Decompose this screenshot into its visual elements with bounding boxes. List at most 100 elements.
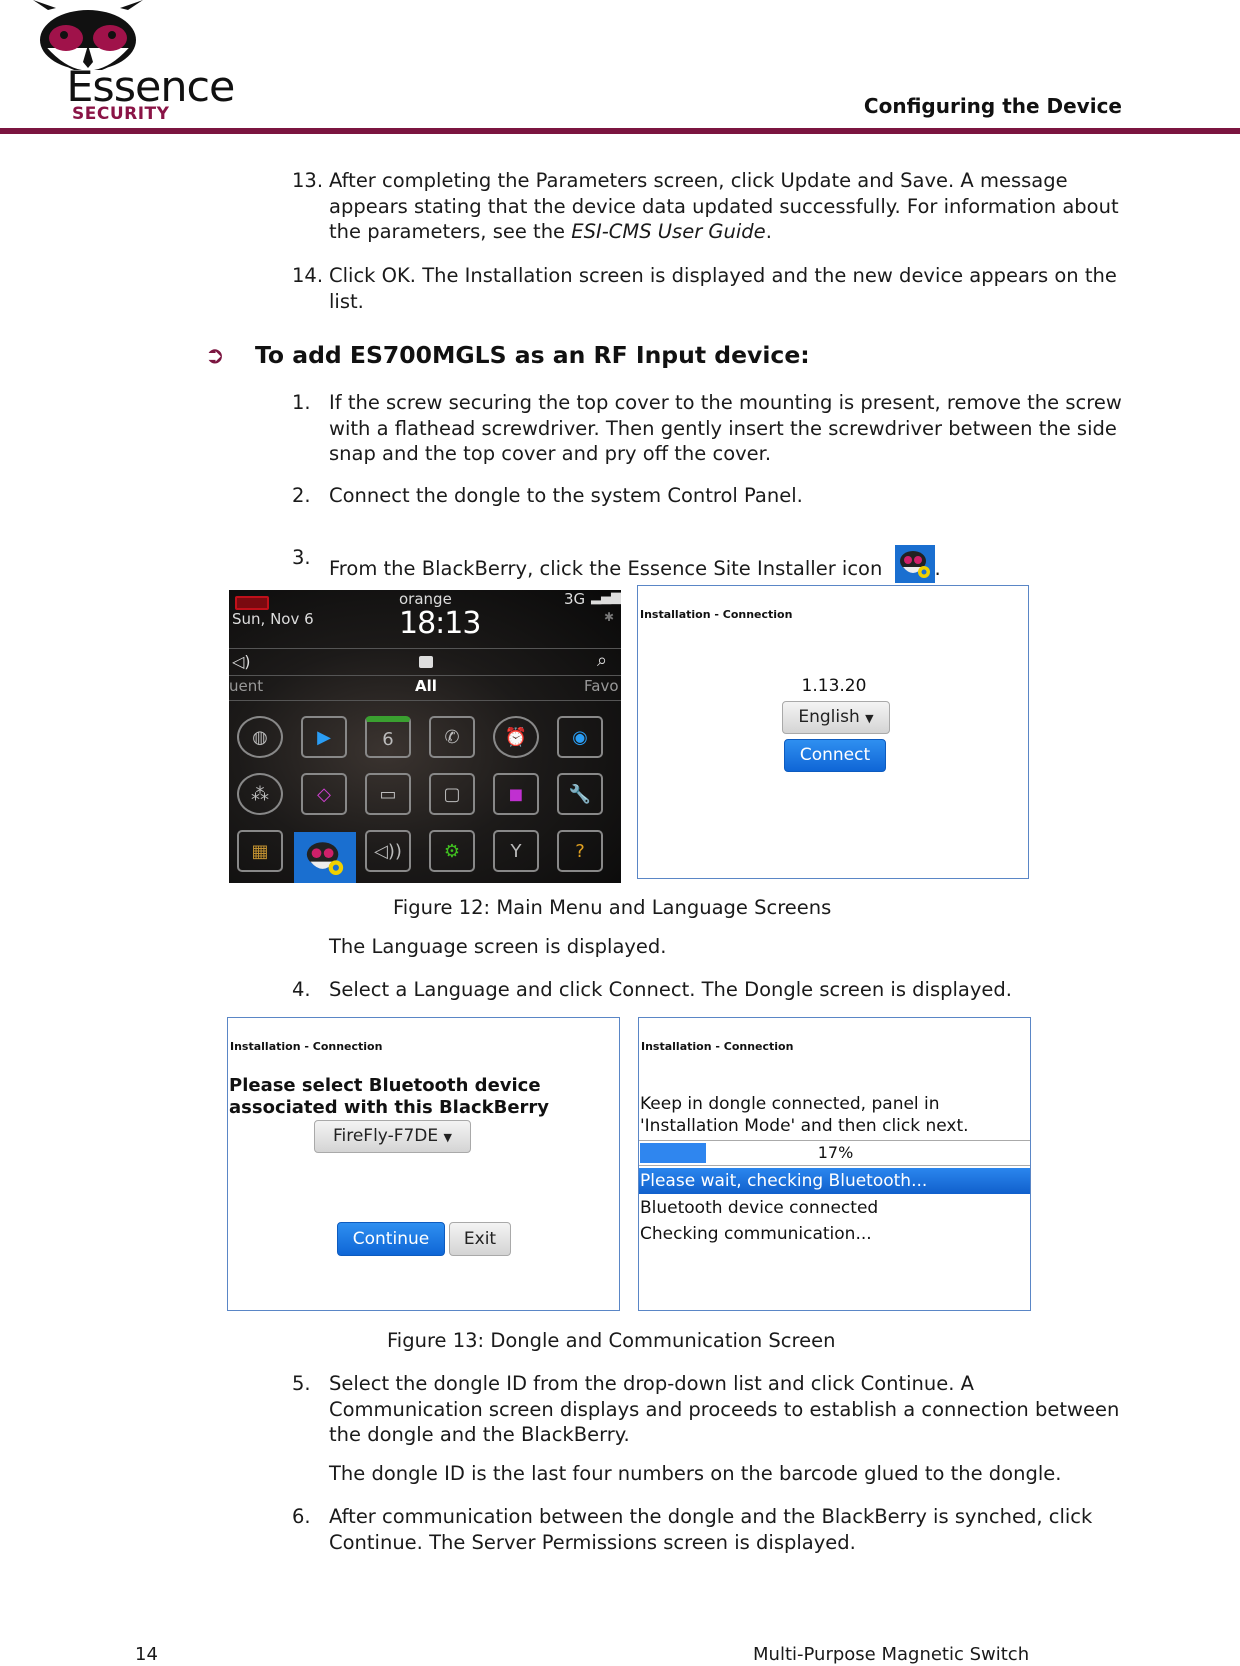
- notification-icon[interactable]: [419, 656, 433, 668]
- language-value: English: [798, 707, 860, 727]
- messages-icon[interactable]: ▭: [365, 773, 411, 815]
- step-number: 13.: [292, 169, 324, 192]
- step-number: 1.: [292, 391, 311, 414]
- sound-icon[interactable]: ◁)): [365, 830, 411, 872]
- screen-title: Installation - Connection: [640, 608, 793, 621]
- step-number: 14.: [292, 264, 324, 287]
- arrow-bullet-icon: ➲: [205, 341, 225, 369]
- step-text: After communication between the dongle a…: [329, 1505, 1093, 1554]
- bluetooth-icon: ✱: [604, 610, 615, 624]
- volume-icon[interactable]: ◁): [232, 652, 251, 671]
- dongle-screen-screenshot: Installation - Connection Please select …: [227, 1017, 620, 1311]
- phone-icon[interactable]: ✆: [429, 716, 475, 758]
- message-line: Keep in dongle connected, panel in: [640, 1094, 940, 1114]
- camera-icon[interactable]: ◉: [557, 716, 603, 758]
- connect-button[interactable]: Connect: [784, 739, 886, 772]
- tab-favorites[interactable]: Favo: [584, 677, 619, 695]
- document-title: Multi-Purpose Magnetic Switch: [753, 1644, 1030, 1665]
- section-title: Configuring the Device: [863, 94, 1122, 118]
- maps-icon[interactable]: ◇: [301, 773, 347, 815]
- step-text: Connect the dongle to the system Control…: [329, 484, 803, 507]
- communication-screen-screenshot: Installation - Connection Keep in dongle…: [638, 1017, 1031, 1311]
- blackberry-main-menu-screenshot: Sun, Nov 6 orange 18:13 3G ▂▄▆ ✱ ◁) ⌕ ue…: [229, 590, 621, 883]
- folder-icon[interactable]: ▢: [429, 773, 475, 815]
- step-text: From the BlackBerry, click the Essence S…: [329, 557, 883, 580]
- procedure-heading: ➲ To add ES700MGLS as an RF Input device:: [205, 341, 810, 369]
- dongle-prompt: Please select Bluetooth device associate…: [229, 1075, 549, 1119]
- calendar-icon[interactable]: 6: [365, 716, 411, 758]
- step-4: 4. Select a Language and click Connect. …: [292, 977, 1132, 1003]
- step-6: 6. After communication between the dongl…: [292, 1504, 1132, 1555]
- step-number: 2.: [292, 484, 311, 507]
- options-icon[interactable]: 🔧: [557, 773, 603, 815]
- clock-icon[interactable]: ⏰: [493, 716, 539, 758]
- divider: [229, 648, 621, 649]
- step-5: 5. Select the dongle ID from the drop-do…: [292, 1371, 1132, 1448]
- step-2: 2. Connect the dongle to the system Cont…: [292, 483, 1132, 509]
- step-text-end: .: [765, 220, 772, 243]
- step-14: 14. Click OK. The Installation screen is…: [292, 263, 1132, 314]
- essence-logo: Essence SECURITY: [28, 0, 235, 124]
- sim-icon[interactable]: ▦: [237, 830, 283, 872]
- step-1: 1. If the screw securing the top cover t…: [292, 390, 1132, 467]
- page-number: 14: [135, 1644, 158, 1665]
- games-icon[interactable]: ◼: [493, 773, 539, 815]
- owl-logo-icon: [33, 0, 143, 70]
- battery-icon: [235, 596, 269, 610]
- step-text: Click OK. The Installation screen is dis…: [329, 264, 1117, 313]
- step-number: 6.: [292, 1505, 311, 1528]
- prompt-line: Please select Bluetooth device: [229, 1075, 541, 1096]
- step-number: 3.: [292, 546, 311, 569]
- log-row-selected[interactable]: Please wait, checking Bluetooth...: [639, 1168, 1030, 1194]
- network-icon[interactable]: Y: [493, 830, 539, 872]
- step-text: Select a Language and click Connect. The…: [329, 978, 1012, 1001]
- step-number: 5.: [292, 1372, 311, 1395]
- language-dropdown[interactable]: English ▼: [782, 701, 890, 734]
- step-text: If the screw securing the top cover to t…: [329, 391, 1122, 465]
- phone-time: 18:13: [399, 606, 481, 641]
- phone-date: Sun, Nov 6: [232, 610, 314, 628]
- message-line: 'Installation Mode' and then click next.: [640, 1116, 969, 1136]
- logo-subtitle: SECURITY: [72, 104, 170, 124]
- screen-title: Installation - Connection: [641, 1040, 794, 1053]
- log-row: Checking communication...: [640, 1224, 872, 1244]
- procedure-title: To add ES700MGLS as an RF Input device:: [255, 341, 810, 369]
- screen-title: Installation - Connection: [230, 1040, 383, 1053]
- prompt-line: associated with this BlackBerry: [229, 1097, 550, 1118]
- language-screen-screenshot: Installation - Connection 1.13.20 Englis…: [637, 585, 1029, 879]
- note-dongle-id: The dongle ID is the last four numbers o…: [329, 1462, 1062, 1485]
- step-13: 13. After completing the Parameters scre…: [292, 168, 1132, 245]
- dongle-value: FireFly-F7DE: [332, 1126, 439, 1146]
- exit-button[interactable]: Exit: [449, 1222, 511, 1256]
- guide-reference: ESI-CMS User Guide: [571, 220, 766, 243]
- version-label: 1.13.20: [801, 676, 867, 696]
- search-icon[interactable]: ⌕: [597, 650, 607, 671]
- communication-message: Keep in dongle connected, panel in 'Inst…: [640, 1093, 969, 1137]
- step-text: Select the dongle ID from the drop-down …: [329, 1372, 1120, 1446]
- log-row: Bluetooth device connected: [640, 1198, 879, 1218]
- chevron-down-icon: ▼: [865, 712, 874, 725]
- step-3: 3. From the BlackBerry, click the Essenc…: [292, 545, 1132, 583]
- progress-bar: 17%: [639, 1140, 1030, 1166]
- browser-icon[interactable]: ◍: [237, 716, 283, 758]
- step-text-end: .: [934, 557, 941, 580]
- media-icon[interactable]: ▶: [301, 716, 347, 758]
- chevron-down-icon: ▼: [443, 1131, 453, 1144]
- dongle-dropdown[interactable]: FireFly-F7DE ▼: [314, 1120, 471, 1153]
- essence-site-installer-icon[interactable]: [294, 832, 356, 883]
- divider: [229, 700, 621, 701]
- phone-network: 3G: [564, 590, 586, 608]
- figure-13-caption: Figure 13: Dongle and Communication Scre…: [387, 1329, 836, 1352]
- note-language-displayed: The Language screen is displayed.: [329, 935, 667, 958]
- progress-label: 17%: [817, 1143, 854, 1162]
- essence-site-installer-icon: [894, 545, 935, 583]
- tab-all[interactable]: All: [415, 677, 437, 695]
- figure-12-caption: Figure 12: Main Menu and Language Screen…: [393, 896, 832, 919]
- tab-frequent[interactable]: uent: [229, 677, 263, 695]
- continue-button[interactable]: Continue: [337, 1222, 445, 1256]
- signal-icon: ▂▄▆: [591, 590, 621, 605]
- help-icon[interactable]: ?: [557, 830, 603, 872]
- divider: [229, 675, 621, 676]
- blackberry-icon[interactable]: ⁂: [237, 773, 283, 815]
- setup-icon[interactable]: ⚙: [429, 830, 475, 872]
